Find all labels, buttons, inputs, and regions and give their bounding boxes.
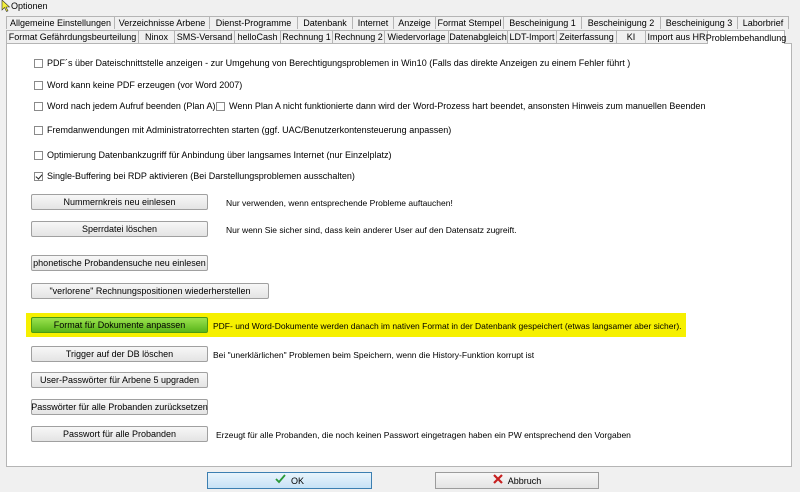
- sperrdatei-note: Nur wenn Sie sicher sind, dass kein ande…: [226, 225, 517, 235]
- tab-bescheinigung-2[interactable]: Bescheinigung 2: [581, 16, 661, 29]
- tab-dienst-programme[interactable]: Dienst-Programme: [209, 16, 298, 29]
- tab-datenbank[interactable]: Datenbank: [297, 16, 353, 29]
- checkbox-label: PDF´s über Dateischnittstelle anzeigen -…: [47, 58, 631, 68]
- tab-ldt-import[interactable]: LDT-Import: [507, 30, 557, 43]
- tab-bescheinigung-3[interactable]: Bescheinigung 3: [660, 16, 738, 29]
- checkbox-pdf-dateischnittstelle[interactable]: PDF´s über Dateischnittstelle anzeigen -…: [34, 58, 630, 68]
- checkbox-label: Optimierung Datenbankzugriff für Anbindu…: [47, 150, 392, 160]
- x-icon: [492, 474, 503, 487]
- checkbox-single-buffering[interactable]: Single-Buffering bei RDP aktivieren (Bei…: [34, 171, 355, 181]
- nummernkreis-button[interactable]: Nummernkreis neu einlesen: [31, 194, 208, 210]
- checkbox-word-beenden[interactable]: Word nach jedem Aufruf beenden (Plan A): [34, 101, 215, 111]
- passwoerter-zuruecksetzen-button[interactable]: Passwörter für alle Probanden zurücksetz…: [31, 399, 208, 415]
- user-passwoerter-button[interactable]: User-Passwörter für Arbene 5 upgraden: [31, 372, 208, 388]
- tab-zeiterfassung[interactable]: Zeiterfassung: [556, 30, 617, 43]
- tab-sms-versand[interactable]: SMS-Versand: [174, 30, 235, 43]
- ok-button[interactable]: OK: [207, 472, 372, 489]
- tab-allgemeine-einstellungen[interactable]: Allgemeine Einstellungen: [6, 16, 115, 29]
- tab-import-aus-hr[interactable]: Import aus HR: [645, 30, 708, 43]
- nummernkreis-note: Nur verwenden, wenn entsprechende Proble…: [226, 198, 453, 208]
- format-dokumente-button[interactable]: Format für Dokumente anpassen: [31, 317, 208, 333]
- ok-label: OK: [290, 475, 304, 486]
- tab-rechnung-1[interactable]: Rechnung 1: [280, 30, 333, 43]
- tab-row-2: Format Gefährdungsbeurteilung Ninox SMS-…: [6, 30, 786, 44]
- checkbox-box[interactable]: [34, 150, 43, 160]
- title-bar: Optionen: [0, 0, 800, 13]
- checkbox-box[interactable]: [216, 101, 225, 111]
- sperrdatei-button[interactable]: Sperrdatei löschen: [31, 221, 208, 237]
- passwort-alle-button[interactable]: Passwort für alle Probanden: [31, 426, 208, 442]
- checkbox-fremdanwendungen[interactable]: Fremdanwendungen mit Administratorrechte…: [34, 125, 451, 135]
- bottom-bar: [0, 467, 800, 492]
- trigger-loeschen-button[interactable]: Trigger auf der DB löschen: [31, 346, 208, 362]
- checkbox-box[interactable]: [34, 58, 43, 68]
- mouse-cursor-icon: [1, 0, 11, 12]
- checkbox-box[interactable]: [34, 101, 43, 111]
- check-icon: [275, 474, 286, 487]
- tab-format-stempel[interactable]: Format Stempel: [435, 16, 504, 29]
- passwort-alle-note: Erzeugt für alle Probanden, die noch kei…: [216, 430, 631, 440]
- tab-wiedervorlage[interactable]: Wiedervorlage: [384, 30, 449, 43]
- checkbox-box[interactable]: [34, 125, 43, 135]
- checkbox-label: Word nach jedem Aufruf beenden (Plan A): [47, 101, 216, 111]
- tab-laborbrief[interactable]: Laborbrief: [737, 16, 789, 29]
- checkbox-box-checked[interactable]: [34, 171, 43, 181]
- checkbox-label: Fremdanwendungen mit Administratorrechte…: [47, 125, 452, 135]
- tab-verzeichnisse-arbene[interactable]: Verzeichnisse Arbene: [114, 16, 210, 29]
- checkbox-optimierung-db[interactable]: Optimierung Datenbankzugriff für Anbindu…: [34, 150, 392, 160]
- tab-datenabgleich[interactable]: Datenabgleich: [448, 30, 508, 43]
- checkbox-label: Wenn Plan A nicht funktionierte dann wir…: [229, 101, 706, 111]
- format-dokumente-note: PDF- und Word-Dokumente werden danach im…: [213, 321, 682, 331]
- abbruch-button[interactable]: Abbruch: [435, 472, 599, 489]
- tab-row-1: Allgemeine Einstellungen Verzeichnisse A…: [6, 16, 789, 30]
- tab-format-gefaehrdungsbeurteilung[interactable]: Format Gefährdungsbeurteilung: [6, 30, 139, 43]
- checkbox-box[interactable]: [34, 80, 43, 90]
- trigger-note: Bei "unerklärlichen" Problemen beim Spei…: [213, 350, 535, 360]
- tab-internet[interactable]: Internet: [352, 16, 394, 29]
- tab-ki[interactable]: KI: [616, 30, 646, 43]
- abbruch-label: Abbruch: [507, 475, 542, 486]
- phonetische-suche-button[interactable]: phonetische Probandensuche neu einlesen: [31, 255, 208, 271]
- tab-rechnung-2[interactable]: Rechnung 2: [332, 30, 385, 43]
- checkbox-label: Word kann keine PDF erzeugen (vor Word 2…: [47, 80, 243, 90]
- tab-ninox[interactable]: Ninox: [138, 30, 175, 43]
- checkbox-plan-b[interactable]: Wenn Plan A nicht funktionierte dann wir…: [216, 101, 705, 111]
- checkbox-word-kein-pdf[interactable]: Word kann keine PDF erzeugen (vor Word 2…: [34, 80, 242, 90]
- checkbox-label: Single-Buffering bei RDP aktivieren (Bei…: [47, 171, 355, 181]
- window-title: Optionen: [11, 1, 48, 11]
- tab-hellocash[interactable]: helloCash: [234, 30, 281, 43]
- verlorene-positionen-button[interactable]: "verlorene" Rechnungspositionen wiederhe…: [31, 283, 269, 299]
- tab-problembehandlung[interactable]: Problembehandlung: [706, 30, 786, 44]
- tab-bescheinigung-1[interactable]: Bescheinigung 1: [503, 16, 582, 29]
- tab-anzeige[interactable]: Anzeige: [393, 16, 436, 29]
